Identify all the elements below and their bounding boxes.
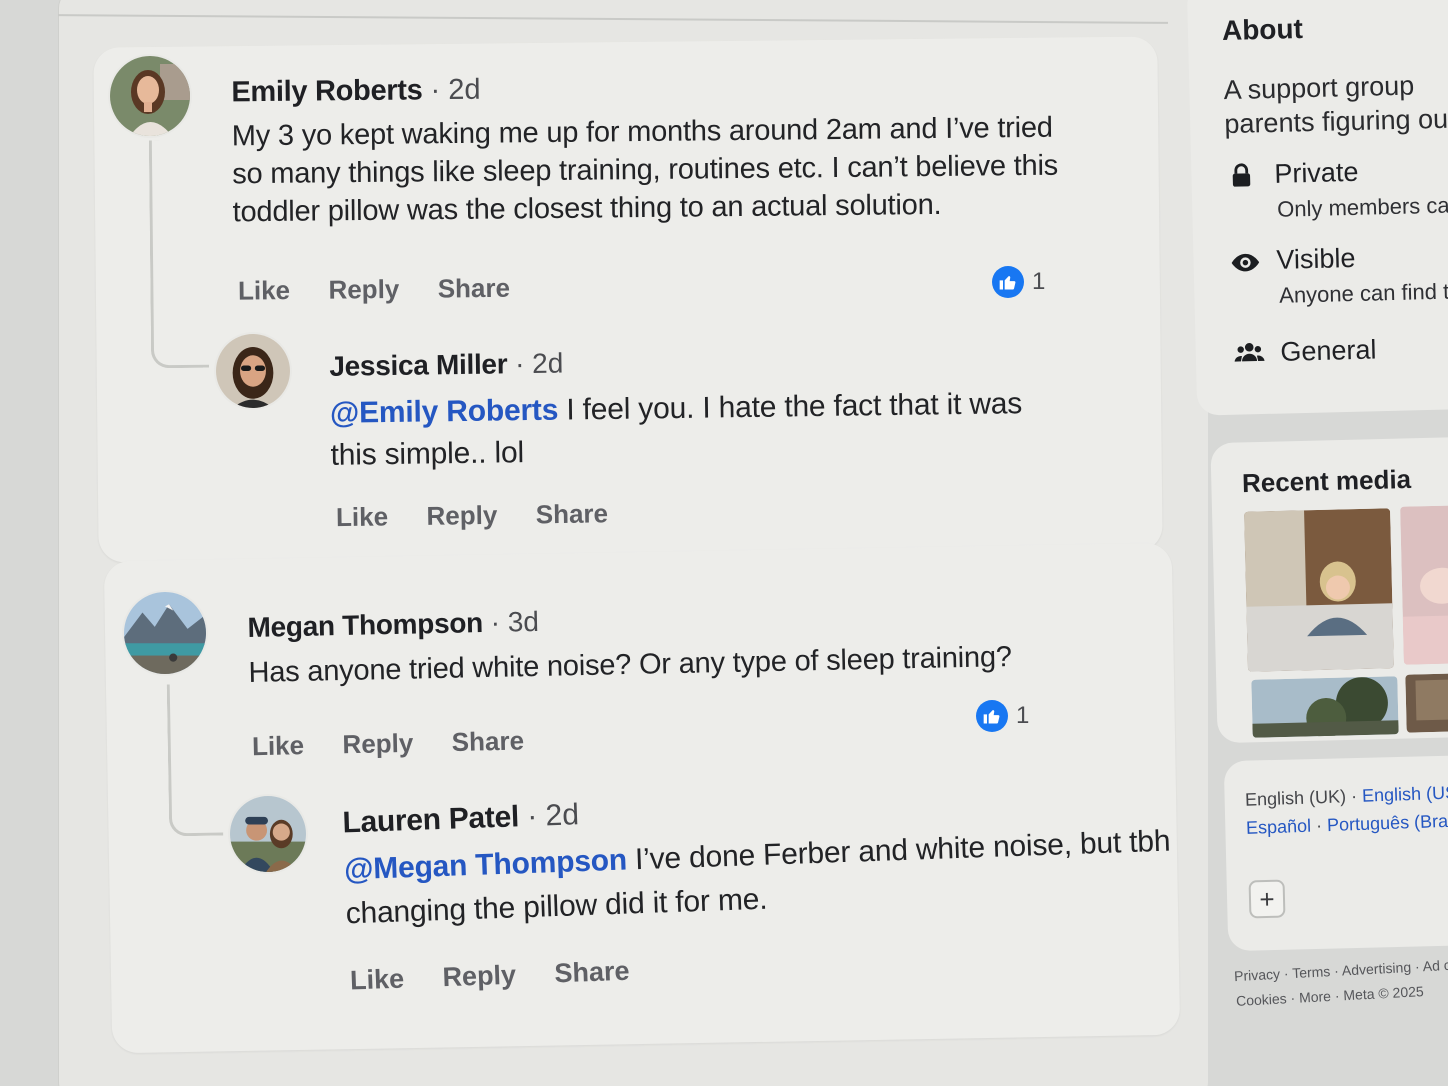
group-icon <box>1234 339 1265 370</box>
about-item-label: General <box>1279 334 1377 367</box>
avatar-megan-image <box>124 592 206 674</box>
timestamp[interactable]: 2d <box>532 348 564 379</box>
footer-copyright: Meta © 2025 <box>1342 983 1425 1004</box>
add-language-button[interactable]: + <box>1248 879 1286 919</box>
like-button[interactable]: Like <box>350 964 405 997</box>
reply-button[interactable]: Reply <box>442 960 517 994</box>
language-link[interactable]: English (US) <box>1362 782 1448 806</box>
about-item-label: Private <box>1273 156 1359 189</box>
reaction-count: 1 <box>1032 268 1046 295</box>
about-description: A support group parents figuring out <box>1223 67 1448 141</box>
thread-connector <box>148 139 210 369</box>
media-photo-pink <box>1400 505 1448 665</box>
media-thumbnail[interactable] <box>1244 508 1394 672</box>
avatar-megan-thompson[interactable] <box>124 592 206 674</box>
footer-link-cookies[interactable]: Cookies <box>1236 990 1287 1009</box>
language-link[interactable]: Português (Brasil) <box>1327 810 1448 835</box>
avatar-lauren-image <box>230 796 306 872</box>
avatar-lauren-patel[interactable] <box>230 796 306 872</box>
comment-actions: Like Reply Share <box>252 725 559 762</box>
reply-jessica-miller: Jessica Miller · 2d @Emily Roberts I fee… <box>329 341 1023 477</box>
footer-link-privacy[interactable]: Privacy <box>1234 966 1281 984</box>
comment-text: My 3 yo kept waking me up for months aro… <box>232 109 1059 232</box>
media-thumbnail[interactable] <box>1400 505 1448 665</box>
thumbs-up-icon <box>976 700 1008 732</box>
language-link[interactable]: Español <box>1246 816 1312 838</box>
footer-link-advertising[interactable]: Advertising <box>1342 959 1412 979</box>
thread-connector <box>166 683 224 837</box>
comment-actions: Like Reply Share <box>336 498 642 533</box>
separator-dot: · <box>490 606 501 638</box>
reply-button[interactable]: Reply <box>426 500 497 532</box>
separator-dot: · <box>1350 785 1358 807</box>
avatar-emily-roberts[interactable] <box>110 56 190 136</box>
recent-media-title: Recent media <box>1241 463 1412 499</box>
language-current: English (UK) <box>1244 786 1347 810</box>
eye-icon <box>1230 247 1261 278</box>
timestamp[interactable]: 2d <box>448 74 481 106</box>
reply-button[interactable]: Reply <box>342 728 413 760</box>
footer-link-terms[interactable]: Terms <box>1292 963 1331 981</box>
share-button[interactable]: Share <box>438 273 511 305</box>
mention-link[interactable]: @Emily Roberts <box>330 394 559 430</box>
reaction-summary[interactable]: 1 <box>976 700 1029 732</box>
media-photo-trees <box>1251 676 1399 738</box>
separator-dot: · <box>514 348 525 380</box>
share-button[interactable]: Share <box>451 726 524 759</box>
author-name[interactable]: Jessica Miller <box>329 348 507 381</box>
separator-dot: · <box>526 799 538 833</box>
about-item-sub: Only members can <box>1276 192 1448 222</box>
reaction-count: 1 <box>1016 702 1030 729</box>
author-name[interactable]: Emily Roberts <box>231 74 422 108</box>
avatar-jessica-image <box>216 334 290 408</box>
timestamp[interactable]: 2d <box>545 798 580 832</box>
media-thumbnail[interactable] <box>1251 676 1399 738</box>
comment-emily-roberts: Emily Roberts · 2d My 3 yo kept waking m… <box>231 68 1058 232</box>
reaction-summary[interactable]: 1 <box>992 266 1045 298</box>
lock-icon <box>1228 161 1259 192</box>
like-button[interactable]: Like <box>252 730 305 762</box>
comment-text-span: I feel you. I hate the fact that it was <box>557 387 1023 427</box>
like-button[interactable]: Like <box>238 275 290 307</box>
footer-links: Privacy · Terms · Advertising · Ad choi <box>1234 956 1448 984</box>
author-name[interactable]: Megan Thompson <box>247 607 483 643</box>
like-button[interactable]: Like <box>336 501 388 533</box>
about-desc-line: parents figuring out <box>1224 103 1448 140</box>
about-title: About <box>1221 13 1304 46</box>
mention-link[interactable]: @Megan Thompson <box>344 844 628 887</box>
separator-dot: · <box>1315 815 1323 836</box>
about-desc-line: A support group <box>1223 70 1415 106</box>
avatar-jessica-miller[interactable] <box>216 334 290 408</box>
about-item-sub: Anyone can find th <box>1278 278 1448 308</box>
media-photo-toddler <box>1244 508 1394 672</box>
timestamp[interactable]: 3d <box>507 606 539 638</box>
about-item-label: Visible <box>1275 242 1356 275</box>
comment-actions: Like Reply Share <box>238 272 544 306</box>
comment-text: @Emily Roberts I feel you. I hate the fa… <box>330 383 1023 477</box>
media-thumbnail[interactable] <box>1405 673 1448 733</box>
footer-link-more[interactable]: More <box>1299 988 1332 1006</box>
comment-megan-thompson: Megan Thompson · 3d Has anyone tried whi… <box>247 596 1012 692</box>
page: Emily Roberts · 2d My 3 yo kept waking m… <box>0 0 1448 1086</box>
media-photo-room <box>1405 673 1448 733</box>
share-button[interactable]: Share <box>554 956 630 990</box>
thumbs-up-icon <box>992 266 1024 298</box>
avatar-emily-image <box>110 56 190 136</box>
author-name[interactable]: Lauren Patel <box>342 800 520 839</box>
footer-link-ad-choices[interactable]: Ad choi <box>1422 956 1448 974</box>
separator-dot: · <box>430 74 441 107</box>
reply-button[interactable]: Reply <box>328 274 399 306</box>
share-button[interactable]: Share <box>536 498 609 530</box>
footer-links: Cookies · More · Meta © 2025 <box>1235 983 1425 1009</box>
